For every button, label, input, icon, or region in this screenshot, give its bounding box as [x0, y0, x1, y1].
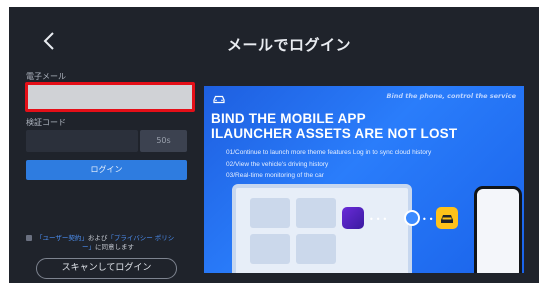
- code-field[interactable]: [26, 130, 138, 152]
- display-tile: [250, 234, 290, 264]
- privacy-link-cont[interactable]: ー」: [82, 243, 95, 251]
- banner-headline-line-1: BIND THE MOBILE APP: [211, 111, 366, 126]
- display-tile: [296, 198, 336, 228]
- promo-banner: Bind the phone, control the service BIND…: [204, 86, 524, 273]
- agreement-connector: および: [87, 234, 108, 242]
- agreement-suffix: に同意します: [95, 243, 134, 251]
- terms-link[interactable]: 「ユーザー契約」: [36, 234, 88, 242]
- display-tile: [296, 234, 336, 264]
- back-button[interactable]: [39, 29, 61, 53]
- phone-illustration: [474, 186, 522, 273]
- chevron-left-icon: [43, 32, 54, 50]
- scan-login-button[interactable]: スキャンしてログイン: [36, 258, 177, 279]
- agreement-text: 「ユーザー契約」および「プライバシー ポリシ ー」に同意します: [26, 234, 196, 252]
- login-screen: メールでログイン 電子メール 検証コード 50s ログイン 「ユーザー契約」およ…: [9, 7, 539, 283]
- resend-countdown-button[interactable]: 50s: [140, 130, 187, 152]
- banner-headline: BIND THE MOBILE APP ILAUNCHER ASSETS ARE…: [211, 111, 457, 141]
- display-tile: [250, 198, 290, 228]
- car-icon: [441, 215, 453, 223]
- email-field[interactable]: [25, 82, 195, 112]
- login-button[interactable]: ログイン: [26, 160, 187, 180]
- banner-feature-2: 02/View the vehicle's driving history: [226, 161, 329, 168]
- car-icon: [213, 95, 225, 104]
- banner-feature-1: 01/Continue to launch more theme feature…: [226, 149, 432, 156]
- connector-dots-icon: •••: [369, 215, 390, 224]
- link-icon: [404, 210, 420, 226]
- banner-feature-3: 03/Real-time monitoring of the car: [226, 172, 324, 179]
- car-display-illustration: [232, 184, 412, 273]
- connector-dots-icon: ••: [422, 215, 436, 224]
- email-label: 電子メール: [26, 72, 66, 81]
- privacy-link[interactable]: 「プライバシー ポリシ: [107, 234, 174, 242]
- banner-headline-line-2: ILAUNCHER ASSETS ARE NOT LOST: [211, 126, 458, 141]
- code-label: 検証コード: [26, 118, 66, 127]
- page-title: メールでログイン: [227, 36, 352, 54]
- agree-checkbox[interactable]: [26, 235, 32, 241]
- chameleon-app-icon: [342, 207, 364, 229]
- car-app-icon: [436, 207, 458, 229]
- banner-tagline: Bind the phone, control the service: [386, 92, 516, 100]
